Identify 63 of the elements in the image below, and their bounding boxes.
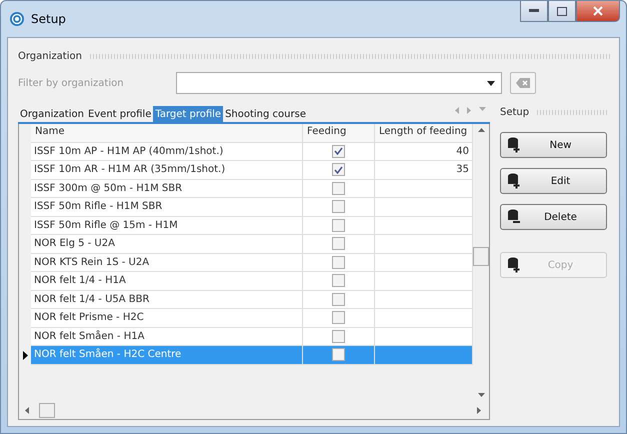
column-header[interactable]: Name bbox=[31, 124, 303, 142]
scroll-right-icon bbox=[477, 406, 481, 414]
tab-right-icon bbox=[467, 107, 471, 114]
scroll-thumb[interactable] bbox=[473, 247, 489, 266]
close-button[interactable] bbox=[576, 1, 620, 22]
checkbox[interactable] bbox=[332, 218, 345, 232]
minimize-button[interactable] bbox=[520, 1, 548, 22]
checkbox[interactable] bbox=[332, 144, 345, 158]
column-header[interactable]: Length of feeding bbox=[375, 124, 473, 142]
scroll-thumb[interactable] bbox=[39, 402, 55, 418]
action-button[interactable]: Edit bbox=[500, 168, 607, 194]
clear-button[interactable] bbox=[510, 72, 536, 94]
dropdown-arrow-icon bbox=[487, 80, 495, 86]
app-icon bbox=[9, 11, 25, 27]
name-cell[interactable]: ISSF 50m Rifle @ 15m - H1M bbox=[31, 216, 303, 235]
close-icon bbox=[593, 6, 603, 16]
tab-menu-icon bbox=[479, 107, 486, 111]
section-title: Organization bbox=[18, 50, 82, 62]
length-value: 35 bbox=[456, 164, 469, 176]
name-cell[interactable]: NOR felt 1/4 - H1A bbox=[31, 272, 303, 290]
checkbox[interactable] bbox=[332, 163, 345, 176]
organization-dropdown[interactable] bbox=[176, 72, 502, 94]
name-cell[interactable]: ISSF 300m @ 50m - H1M SBR bbox=[31, 180, 303, 198]
checkbox[interactable] bbox=[332, 348, 345, 362]
name-cell[interactable]: ISSF 50m Rifle - H1M SBR bbox=[31, 198, 303, 216]
checkbox[interactable] bbox=[332, 237, 345, 250]
scroll-left-icon bbox=[25, 406, 29, 414]
length-value: 40 bbox=[456, 146, 469, 157]
name-cell[interactable]: NOR felt 1/4 - U5A BBR bbox=[31, 290, 303, 309]
name-cell[interactable]: NOR Elg 5 - U2A bbox=[31, 235, 303, 254]
scroll-down-icon bbox=[478, 393, 484, 397]
maximize-icon bbox=[557, 6, 567, 16]
database-icon bbox=[507, 173, 521, 189]
action-button[interactable]: Delete bbox=[500, 204, 607, 230]
filter-label: Filter by organization bbox=[18, 78, 125, 88]
checkbox[interactable] bbox=[332, 256, 345, 269]
tab-left-icon bbox=[455, 107, 459, 114]
tab[interactable]: Event profile bbox=[86, 106, 154, 122]
name-cell[interactable]: NOR felt Prisme - H2C bbox=[31, 309, 303, 328]
minimize-icon bbox=[529, 9, 539, 13]
scroll-up-icon bbox=[478, 128, 484, 132]
checkbox[interactable] bbox=[332, 274, 345, 288]
checkbox[interactable] bbox=[332, 292, 345, 306]
checkbox[interactable] bbox=[332, 200, 345, 214]
checkbox[interactable] bbox=[332, 311, 345, 324]
name-cell[interactable]: ISSF 10m AR - H1M AR (35mm/1shot.) bbox=[31, 161, 303, 180]
tab[interactable]: Shooting course bbox=[223, 106, 308, 122]
tab[interactable]: Target profile bbox=[153, 106, 224, 122]
maximize-button[interactable] bbox=[548, 1, 576, 22]
database-icon bbox=[507, 137, 521, 153]
section-title: Setup bbox=[500, 106, 530, 118]
column-header[interactable]: Feeding bbox=[303, 124, 375, 142]
name-cell[interactable]: ISSF 10m AP - H1M AP (40mm/1shot.) bbox=[31, 142, 303, 161]
database-icon bbox=[507, 209, 521, 225]
tab[interactable]: Organization bbox=[18, 106, 86, 122]
checkbox[interactable] bbox=[332, 330, 345, 343]
name-cell[interactable]: NOR felt Småen - H1A bbox=[31, 328, 303, 346]
window-title: Setup bbox=[31, 12, 66, 26]
database-icon bbox=[507, 257, 521, 273]
checkbox[interactable] bbox=[332, 182, 345, 195]
backspace-icon bbox=[516, 78, 530, 88]
action-button[interactable]: New bbox=[500, 132, 607, 158]
name-cell[interactable]: NOR KTS Rein 1S - U2A bbox=[31, 254, 303, 272]
